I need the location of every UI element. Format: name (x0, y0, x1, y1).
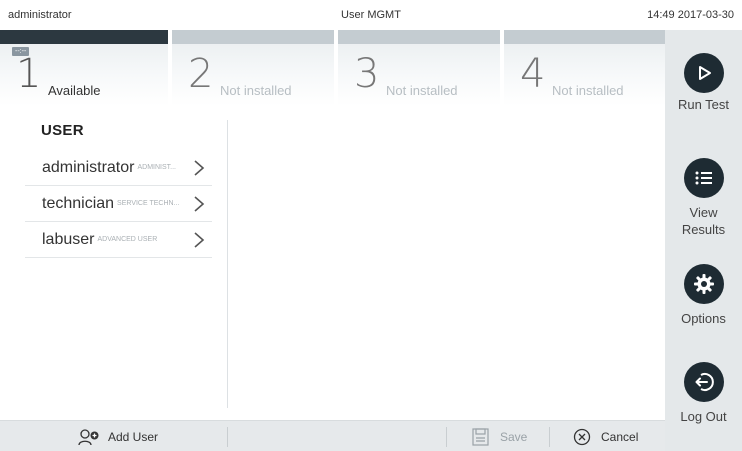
chevron-right-icon (194, 160, 205, 176)
save-button[interactable]: Save (472, 421, 527, 451)
user-name: labuser (42, 230, 95, 248)
cancel-icon (573, 428, 591, 445)
bottom-separator (227, 427, 228, 447)
tab-status-bar (504, 30, 665, 44)
tab-status-bar (172, 30, 334, 44)
tab-label: Available (48, 83, 101, 98)
chevron-right-icon (194, 196, 205, 212)
bottom-separator (549, 427, 550, 447)
tab-number: 3 (354, 51, 380, 97)
main-menu-sidebar: Run Test View Results Options Log Out (665, 30, 742, 451)
add-user-label: Add User (108, 429, 159, 444)
log-out-button[interactable]: Log Out (665, 362, 742, 425)
view-results-label-line1: View (689, 205, 718, 220)
list-icon (683, 158, 724, 198)
module-tabs: --:-- 1 Available 2 Not installed 3 Not … (0, 30, 665, 106)
add-user-icon (78, 428, 99, 445)
bottom-separator (446, 427, 447, 447)
tab-label: Not installed (220, 83, 292, 98)
user-name: technician (42, 194, 115, 212)
chevron-right-icon (194, 232, 205, 248)
bottom-action-bar: Add User Save Cancel (0, 420, 665, 451)
tab-number: 1 (16, 51, 42, 97)
run-test-button[interactable]: Run Test (665, 53, 742, 113)
status-bar: administrator User MGMT 14:49 2017-03-30 (0, 0, 742, 30)
tab-number: 4 (520, 51, 546, 97)
play-icon (683, 53, 724, 93)
user-list: administrator ADMINIST... technician SER… (25, 150, 212, 258)
gear-icon (683, 264, 724, 304)
user-name: administrator (42, 158, 135, 176)
tab-module-4[interactable]: 4 Not installed (504, 30, 665, 106)
tab-label: Not installed (386, 83, 458, 98)
tab-module-2[interactable]: 2 Not installed (172, 30, 334, 106)
log-out-label: Log Out (680, 409, 727, 424)
run-test-label: Run Test (677, 97, 730, 112)
user-row-labuser[interactable]: labuser ADVANCED USER (25, 222, 212, 258)
tab-label: Not installed (552, 83, 624, 98)
add-user-button[interactable]: Add User (78, 421, 158, 451)
user-row-technician[interactable]: technician SERVICE TECHN... (25, 186, 212, 222)
screen-title: User MGMT (341, 9, 401, 21)
view-results-button[interactable]: View Results (665, 158, 742, 238)
datetime: 14:49 2017-03-30 (647, 9, 734, 21)
user-role: SERVICE TECHN... (117, 200, 180, 207)
options-button[interactable]: Options (665, 264, 742, 327)
tab-status-bar (0, 30, 168, 44)
tab-number: 2 (188, 51, 214, 97)
view-results-label-line2: Results (681, 222, 726, 237)
panel-divider (227, 120, 228, 408)
user-list-heading: USER (41, 122, 84, 139)
user-management-panel: USER administrator ADMINIST... technicia… (0, 106, 665, 420)
logout-icon (683, 362, 724, 402)
cancel-label: Cancel (601, 429, 639, 444)
tab-status-bar (338, 30, 500, 44)
user-role: ADVANCED USER (97, 236, 158, 243)
view-results-label: View Results (665, 204, 742, 238)
save-label: Save (500, 429, 528, 444)
tab-module-1[interactable]: --:-- 1 Available (0, 30, 168, 106)
options-label: Options (681, 311, 726, 326)
user-row-administrator[interactable]: administrator ADMINIST... (25, 150, 212, 186)
user-role: ADMINIST... (137, 164, 176, 171)
save-icon (472, 427, 489, 446)
tab-module-3[interactable]: 3 Not installed (338, 30, 500, 106)
cancel-button[interactable]: Cancel (573, 421, 638, 451)
